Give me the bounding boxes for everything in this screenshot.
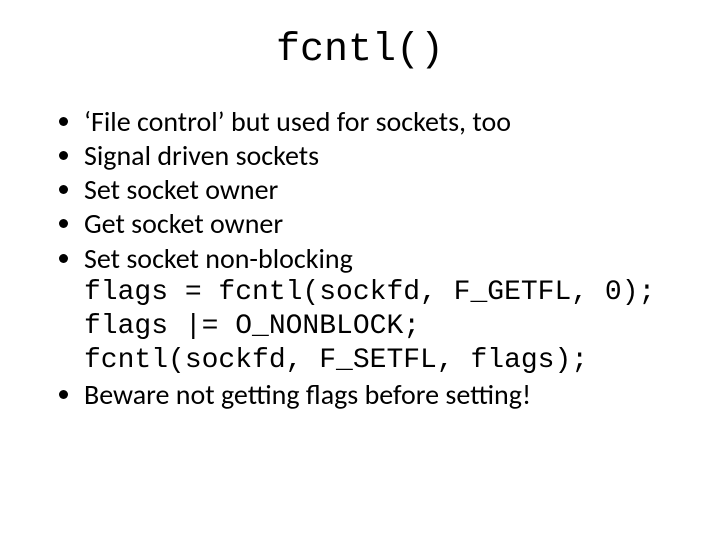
list-item: Beware not getting flags before setting! — [84, 378, 680, 412]
list-item: Get socket owner — [84, 207, 680, 241]
code-line: fcntl(sockfd, F_SETFL, flags); — [84, 345, 588, 376]
list-item: Set socket non-blocking — [84, 242, 680, 276]
code-block: flags = fcntl(sockfd, F_GETFL, 0); flags… — [84, 276, 680, 378]
code-line: flags |= O_NONBLOCK; — [84, 311, 420, 342]
code-line: flags = fcntl(sockfd, F_GETFL, 0); — [84, 277, 655, 308]
slide: fcntl() ‘File control’ but used for sock… — [0, 0, 720, 540]
bullet-list-2: Beware not getting flags before setting! — [40, 378, 680, 412]
list-item: Set socket owner — [84, 173, 680, 207]
list-item: Signal driven sockets — [84, 139, 680, 173]
slide-title: fcntl() — [40, 28, 680, 73]
bullet-list: ‘File control’ but used for sockets, too… — [40, 105, 680, 276]
list-item: ‘File control’ but used for sockets, too — [84, 105, 680, 139]
